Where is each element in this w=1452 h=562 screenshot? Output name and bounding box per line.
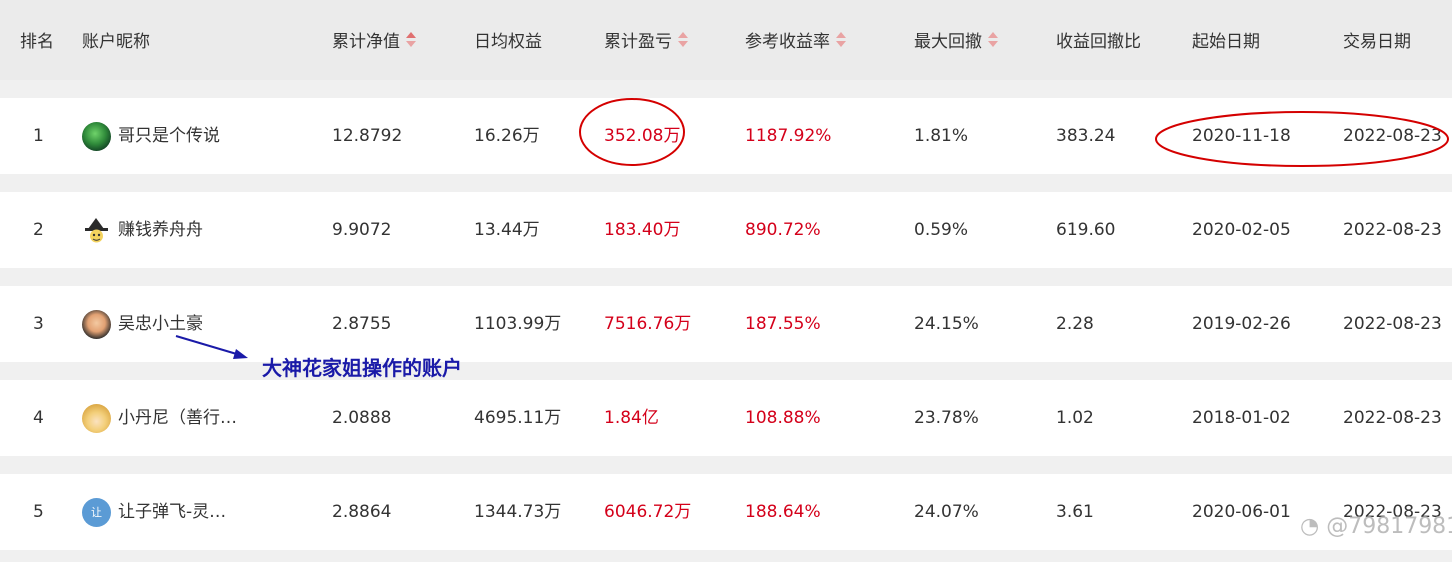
annotation-arrow-line [175, 335, 241, 356]
watermark-text: @79817981 [1326, 514, 1452, 539]
annotation-text: 大神花家姐操作的账户 [262, 356, 462, 380]
arrow-head-icon [233, 349, 248, 359]
annotation-overlay [175, 98, 1449, 359]
watermark: ◔ @79817981 [1300, 514, 1452, 539]
highlight-circle-pnl [579, 98, 685, 166]
highlight-circle-dates [1155, 111, 1449, 167]
weibo-icon: ◔ [1300, 514, 1320, 539]
